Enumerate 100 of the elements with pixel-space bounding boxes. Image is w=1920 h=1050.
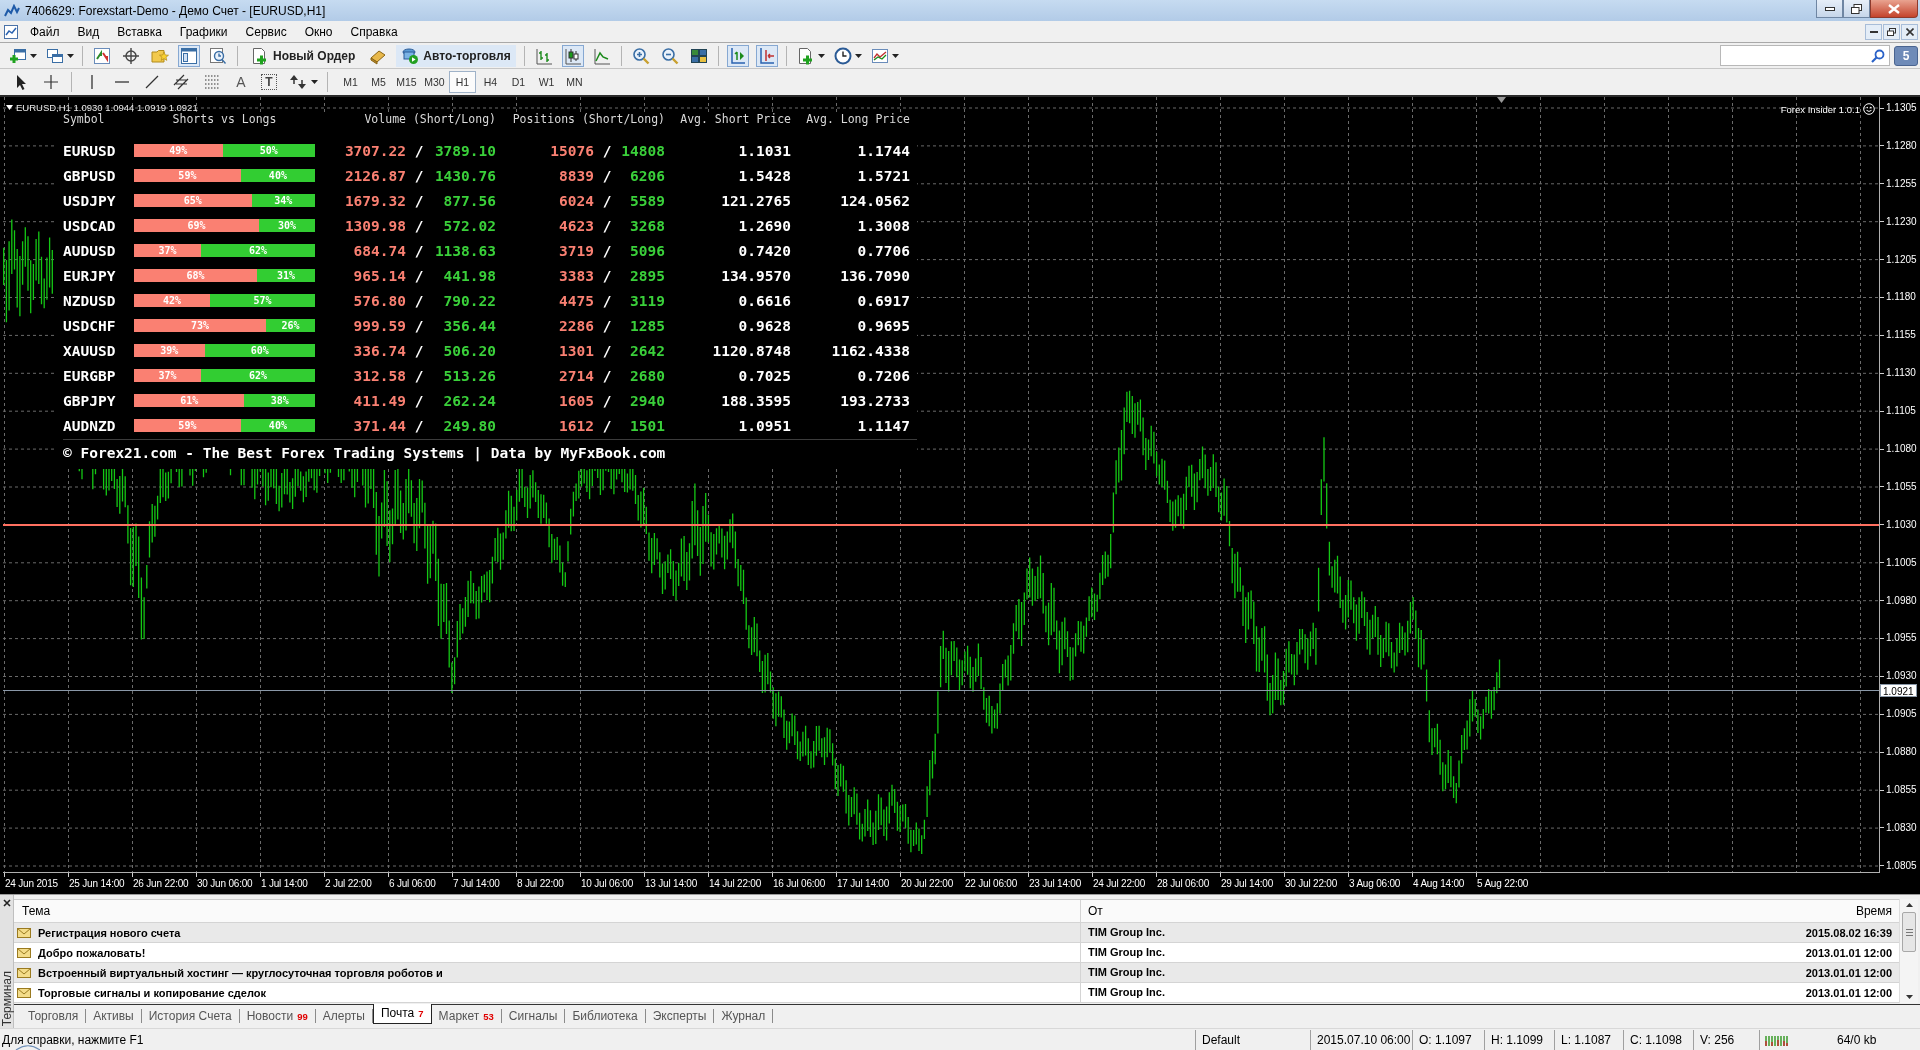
timeframe-button[interactable]: M15 [393,71,420,93]
menu-item[interactable]: Файл [21,22,69,41]
magnifier-clock-icon[interactable] [209,46,227,65]
tab[interactable]: Торговля [21,1009,87,1023]
crosshair-icon[interactable] [122,46,140,65]
fibonacci-icon[interactable] [203,73,221,91]
tab[interactable]: Эксперты [645,1009,715,1023]
time-cell-text: 2013.01.01 12:00 [1805,966,1893,979]
tab[interactable]: Маркет 53 [431,1009,502,1023]
window-plus-icon[interactable] [9,46,27,65]
triangle-marker-icon[interactable] [1497,97,1506,103]
caret-icon[interactable] [311,80,318,84]
autoscroll-button[interactable] [755,44,778,67]
menu-item[interactable]: Сервис [236,22,296,41]
signal-bars-icon [1765,1033,1789,1046]
minimize-button[interactable] [1865,23,1882,40]
short-share-label: 49% [169,144,188,157]
text-tool-button[interactable]: A [231,72,251,92]
subject-cell[interactable]: Регистрация нового счета [38,926,181,939]
menu-item[interactable]: Вставка [108,22,171,41]
subject-cell[interactable]: Добро пожаловать! [38,946,146,959]
arrows-icon[interactable] [289,73,307,91]
tab[interactable]: Активы [86,1009,142,1023]
separator-text: / [414,292,424,309]
timeframe-button[interactable]: M1 [337,71,364,93]
zoom-out-icon[interactable] [660,46,679,65]
text-label-button[interactable]: T [261,74,277,90]
close-icon[interactable] [2,899,11,907]
timeframe-button[interactable]: D1 [505,71,532,93]
timeframe-button[interactable]: MN [561,71,588,93]
column-header[interactable]: Время [1855,904,1899,918]
windows-icon[interactable] [46,46,64,65]
menu-item[interactable]: Графики [170,22,237,41]
column-header: Avg. Short Price [680,112,791,126]
restore-button[interactable] [1883,23,1900,40]
avg-short-cell: 1.2690 [738,217,791,234]
long-volume-cell: 262.24 [443,392,496,409]
tab[interactable]: Почта 7 [372,1004,432,1024]
short-share-label: 61% [180,394,199,407]
menu-item[interactable]: Окно [295,22,342,41]
close-button[interactable] [1901,23,1918,40]
subject-cell[interactable]: Торговые сигналы и копирование сделок [38,986,266,999]
caret-icon[interactable] [854,53,862,58]
time-label: 14 Jul 22:00 [709,878,762,890]
sender-cell: TIM Group Inc. [1080,943,1768,962]
terminal-toggle-button[interactable] [178,44,200,67]
tab[interactable]: Сигналы [501,1009,566,1023]
restore-button[interactable] [1843,0,1870,18]
tab[interactable]: Алерты [315,1009,373,1023]
tab[interactable]: История Счета [141,1009,240,1023]
search-field[interactable] [1720,45,1890,66]
timeframe-button[interactable]: M5 [365,71,392,93]
timeframe-button[interactable]: M30 [421,71,448,93]
arrows-window-icon[interactable] [93,46,111,65]
auto-trading-button[interactable]: Авто-торговля [396,44,516,67]
timeframe-button[interactable]: W1 [533,71,560,93]
short-share-label: 59% [178,419,197,432]
chart-window-icon[interactable] [870,46,889,65]
scrollbar[interactable] [1899,899,1918,1003]
tab[interactable]: Новости 99 [239,1009,316,1023]
tab[interactable]: Журнал [714,1009,774,1023]
caret-icon[interactable] [891,53,899,58]
tile-windows-icon[interactable] [689,46,708,65]
time-label: 4 Aug 14:00 [1413,878,1465,890]
caret-icon[interactable] [30,53,37,58]
scroll-thumb[interactable] [1902,912,1916,952]
tab[interactable]: Библиотека [565,1009,646,1023]
chart-document-icon[interactable] [3,23,19,40]
time-label: 24 Jul 22:00 [1093,878,1146,890]
minimize-button[interactable] [1816,0,1843,18]
panel-title: Терминал [0,970,14,1026]
timeframe-button[interactable]: H1 [449,71,476,93]
timeframe-button[interactable]: H4 [477,71,504,93]
caret-icon[interactable] [817,53,825,58]
menu-item[interactable]: Вид [68,22,109,41]
chart-type-button[interactable] [561,44,584,67]
caret-icon[interactable] [6,105,13,110]
chart-shift-button[interactable] [726,44,749,67]
close-button[interactable] [1870,0,1918,18]
new-order-button[interactable]: Новый Ордер [246,44,361,67]
separator-text: / [602,142,612,159]
zoom-in-icon[interactable] [631,46,650,65]
column-header[interactable]: Тема [14,904,51,918]
separator-text: / [414,367,424,384]
short-volume-cell-text: 999.59 [353,317,407,334]
crosshair-icon[interactable] [42,73,60,91]
column-header[interactable]: От [1080,900,1768,922]
caret-icon[interactable] [67,53,74,58]
subject-cell[interactable]: Встроенный виртуальный хостинг — круглосуточная торговля роботов и [38,966,443,979]
separator-text: / [414,392,424,409]
price-label: 1.1105 [1886,404,1916,419]
short-share-label: 37% [158,244,177,257]
menu-item[interactable]: Справка [341,22,407,41]
up-arrow-icon[interactable] [1905,903,1913,907]
clock-icon[interactable] [833,46,852,65]
price-label: 1.0930 [1886,669,1917,684]
down-arrow-icon[interactable] [1905,995,1913,999]
trend-line-icon[interactable] [143,73,161,91]
document-plus-icon[interactable] [796,46,815,65]
channel-icon[interactable] [173,73,191,91]
